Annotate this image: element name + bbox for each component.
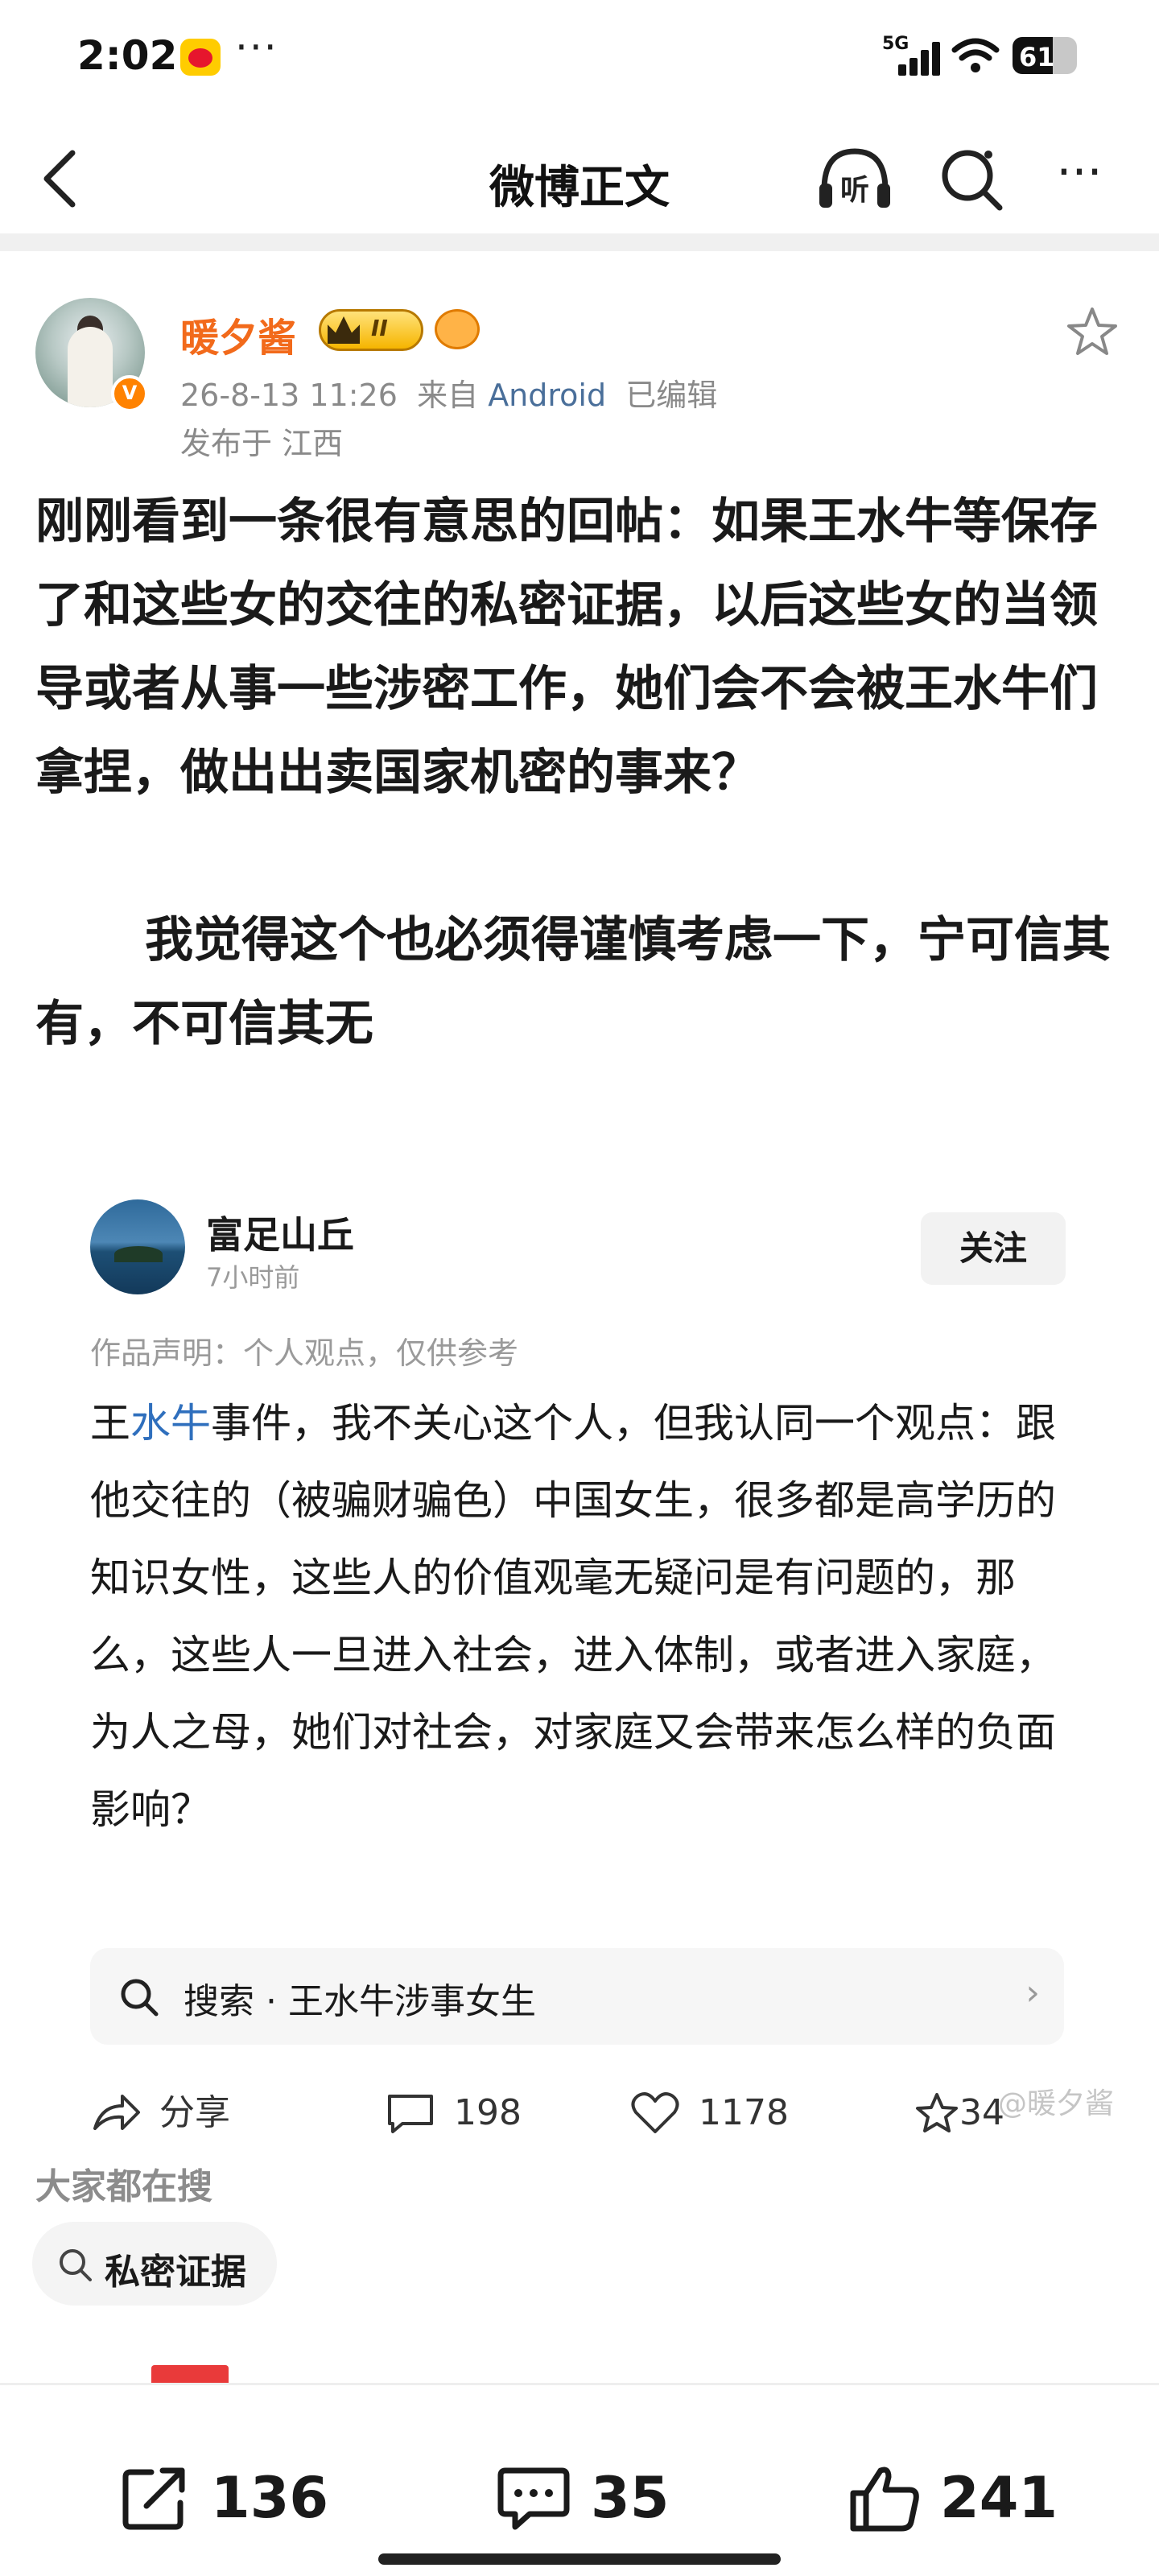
post-paragraph-1: 刚刚看到一条很有意思的回帖：如果王水牛等保存了和这些女的交往的私密证据，以后这些… xyxy=(35,493,1098,801)
listen-label: 听 xyxy=(840,174,869,207)
star-icon xyxy=(916,2093,958,2132)
section-divider xyxy=(0,233,1159,251)
share-label: 分享 xyxy=(159,2092,230,2133)
quoted-post-card[interactable]: 富足山丘 7小时前 关注 作品声明：个人观点，仅供参考 王水牛事件，我不关心这个… xyxy=(35,1175,1130,2141)
battery-level: 61 xyxy=(1019,42,1055,72)
quoted-body-start: 王 xyxy=(90,1400,130,1447)
post-meta: 26-8-13 11:26 来自 Android 已编辑 xyxy=(180,370,717,415)
related-search-text: 搜索 · 王水牛涉事女生 xyxy=(184,1981,536,2022)
share-icon xyxy=(93,2095,140,2130)
favorite-star-icon[interactable] xyxy=(1064,304,1120,361)
hidden-card-tag xyxy=(151,2365,229,2384)
related-search-bar[interactable]: 搜索 · 王水牛涉事女生 › xyxy=(90,1948,1064,2045)
hot-search-title: 大家都在搜 xyxy=(35,2166,212,2207)
home-indicator[interactable] xyxy=(378,2553,781,2565)
like-button[interactable]: 241 xyxy=(848,2458,1058,2538)
hot-search-chip-text: 私密证据 xyxy=(105,2252,246,2293)
search-icon[interactable] xyxy=(935,142,1008,214)
quoted-comment-button[interactable]: 198 xyxy=(385,2085,562,2141)
quoted-body-rest: 事件，我不关心这个人，但我认同一个观点：跟他交往的（被骗财骗色）中国女生，很多都… xyxy=(90,1400,1056,1833)
verified-badge-icon: V xyxy=(111,375,148,412)
comment-icon xyxy=(388,2095,433,2133)
source-prefix: 来自 xyxy=(417,378,479,413)
thumbs-up-icon xyxy=(850,2467,919,2532)
post-body: 刚刚看到一条很有意思的回帖：如果王水牛等保存了和这些女的交往的私密证据，以后这些… xyxy=(35,480,1130,1066)
search-icon xyxy=(121,1979,159,2017)
post-date: 26-8-13 11:26 xyxy=(180,378,398,413)
quoted-like-count: 1178 xyxy=(699,2092,789,2133)
status-more-dots: ··· xyxy=(235,24,278,71)
quoted-comment-count: 198 xyxy=(454,2092,522,2133)
hot-search-chip[interactable]: 私密证据 xyxy=(32,2222,277,2306)
like-count: 241 xyxy=(940,2465,1058,2531)
repost-count: 136 xyxy=(211,2465,329,2531)
top-nav: 微博正文 听 ··· xyxy=(0,121,1159,233)
comment-icon xyxy=(497,2467,570,2530)
post-source: Android xyxy=(488,378,607,413)
status-bar: 2:02 ··· 5G 61 xyxy=(0,0,1159,113)
author-name[interactable]: 暖夕酱 xyxy=(180,306,296,362)
post-location: 发布于 江西 xyxy=(180,426,344,461)
quoted-post-body: 王水牛事件，我不关心这个人，但我认同一个观点：跟他交往的（被骗财骗色）中国女生，… xyxy=(90,1385,1088,1848)
vip-level: II xyxy=(371,315,388,341)
chevron-right-icon: › xyxy=(1025,1972,1040,2013)
quoted-author-avatar[interactable] xyxy=(90,1199,185,1294)
bottom-action-bar: 136 35 241 xyxy=(0,2383,1159,2576)
signal-icon xyxy=(895,39,943,76)
battery-icon: 61 xyxy=(1013,37,1077,74)
image-watermark: @暖夕酱 xyxy=(998,2087,1115,2120)
follow-button[interactable]: 关注 xyxy=(921,1212,1066,1285)
crown-icon xyxy=(328,316,360,344)
more-options-icon[interactable]: ··· xyxy=(1043,148,1116,213)
repost-icon xyxy=(122,2467,185,2530)
search-icon xyxy=(60,2249,92,2281)
quoted-like-button[interactable]: 1178 xyxy=(629,2085,823,2141)
quoted-post-time: 7小时前 xyxy=(206,1262,300,1293)
quoted-action-bar: 分享 198 1178 34 xyxy=(35,2085,1130,2141)
comment-count: 35 xyxy=(591,2465,670,2531)
listen-headphone-icon[interactable]: 听 xyxy=(815,142,895,214)
wifi-icon xyxy=(951,38,1000,72)
status-time: 2:02 xyxy=(77,32,178,79)
topic-link[interactable]: 水牛 xyxy=(130,1400,211,1447)
vip-level-badge[interactable]: II xyxy=(319,309,423,351)
share-button[interactable]: 分享 xyxy=(90,2085,267,2141)
quoted-author-name[interactable]: 富足山丘 xyxy=(206,1206,354,1259)
heart-icon xyxy=(631,2092,679,2133)
repost-button[interactable]: 136 xyxy=(119,2458,328,2538)
comment-button[interactable]: 35 xyxy=(497,2458,683,2538)
post-header: V 暖夕酱 II 26-8-13 11:26 来自 Android 已编辑 发布… xyxy=(0,290,1159,467)
work-declaration: 作品声明：个人观点，仅供参考 xyxy=(90,1335,519,1371)
post-paragraph-2: 我觉得这个也必须得谨慎考虑一下，宁可信其有，不可信其无 xyxy=(35,912,1111,1052)
weibo-notification-icon xyxy=(180,39,221,76)
fan-badge-icon[interactable] xyxy=(435,309,480,349)
edited-label: 已编辑 xyxy=(625,378,718,413)
